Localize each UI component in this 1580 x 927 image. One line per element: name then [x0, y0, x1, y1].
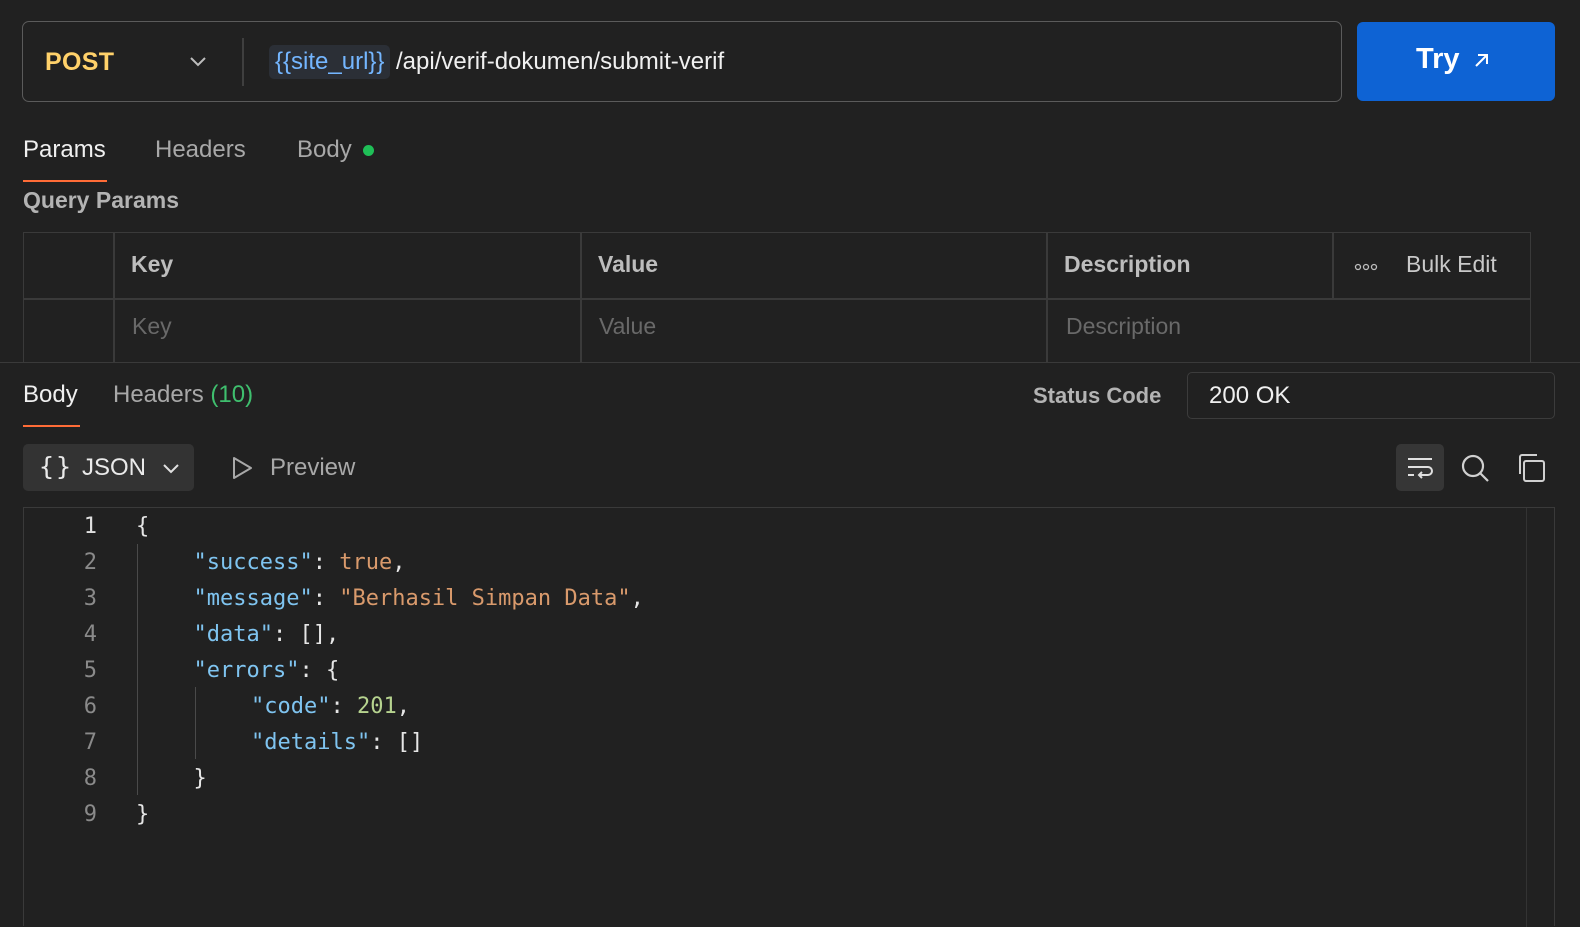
method-select[interactable]: POST — [45, 48, 114, 77]
code-line: 2 "success": true, — [24, 545, 1504, 581]
line-number: 8 — [83, 766, 97, 791]
active-response-tab-underline — [23, 425, 80, 427]
search-icon[interactable] — [1459, 452, 1491, 484]
tab-headers[interactable]: Headers — [155, 136, 246, 164]
key-input[interactable]: Key — [132, 313, 172, 340]
wrap-lines-icon — [1408, 458, 1433, 479]
code-token: "details" — [251, 730, 371, 755]
status-code-label: Status Code — [1033, 383, 1162, 408]
url-input[interactable]: /api/verif-dokumen/submit-verif — [396, 45, 724, 79]
braces-icon: {} — [39, 452, 74, 481]
query-params-title: Query Params — [23, 187, 179, 213]
code-token: "errors" — [193, 658, 300, 683]
line-number: 2 — [83, 550, 97, 575]
code-token: } — [193, 766, 207, 791]
code-token: , — [392, 550, 406, 575]
code-token: : [], — [272, 622, 340, 647]
url-variable[interactable]: {{site_url}} — [269, 45, 391, 79]
bulk-edit-button[interactable]: Bulk Edit — [1406, 251, 1497, 278]
code-token: { — [136, 514, 150, 539]
code-line: 6 "code": 201, — [24, 689, 1504, 725]
response-tab-body[interactable]: Body — [23, 381, 78, 409]
try-button-label: Try — [1416, 43, 1460, 75]
format-select[interactable]: {} JSON — [23, 444, 194, 491]
code-token: , — [630, 586, 644, 611]
code-token: : — [312, 550, 340, 575]
response-body-editor[interactable]: 1{2 "success": true, 3 "message": "Berhasil… — [23, 507, 1555, 927]
code-text: "success": true, — [194, 545, 406, 581]
code-token: "code" — [251, 694, 331, 719]
url-bar: POST {{site_url}} /api/verif-dokumen/sub… — [22, 21, 1342, 102]
more-horizontal-icon[interactable] — [1354, 262, 1378, 272]
code-line: 5 "errors": { — [24, 653, 1504, 689]
response-pane: Body Headers (10) Status Code 200 OK {} … — [0, 362, 1580, 927]
query-params-table: Key Value Description Bulk Edit Key Valu… — [23, 232, 1531, 373]
code-text: } — [194, 761, 207, 797]
description-input[interactable]: Description — [1066, 313, 1181, 340]
chevron-down-icon — [163, 464, 179, 474]
line-number: 1 — [83, 514, 97, 539]
code-token: true — [339, 550, 393, 575]
column-header-value: Value — [598, 251, 659, 277]
code-text: "code": 201, — [251, 689, 410, 725]
line-number: 4 — [83, 622, 97, 647]
table-header-divider — [24, 298, 1530, 300]
table-divider — [1332, 233, 1334, 298]
copy-icon[interactable] — [1515, 452, 1547, 484]
response-tab-headers[interactable]: Headers (10) — [113, 381, 253, 409]
arrow-up-right-icon — [1475, 54, 1488, 67]
code-token: : [] — [370, 730, 424, 755]
status-code-box: 200 OK — [1187, 372, 1555, 419]
table-divider — [580, 233, 582, 373]
try-button[interactable]: Try — [1357, 22, 1555, 101]
column-header-description: Description — [1064, 251, 1191, 277]
code-text: "details": [] — [251, 725, 423, 761]
code-text: } — [136, 797, 149, 833]
table-divider — [113, 233, 115, 373]
status-code-value: 200 OK — [1209, 382, 1291, 409]
code-line: 8} — [24, 761, 1504, 797]
code-line: 9} — [24, 797, 1504, 833]
code-token: : — [330, 694, 357, 719]
code-token: "success" — [193, 550, 313, 575]
code-token: "data" — [193, 622, 273, 647]
code-token: "Berhasil Simpan Data" — [339, 586, 631, 611]
code-text: "data": [], — [194, 617, 340, 653]
line-number: 6 — [83, 694, 97, 719]
code-line: 1{ — [24, 509, 1504, 545]
column-header-key: Key — [131, 251, 174, 277]
table-divider — [1046, 233, 1048, 373]
code-token: "message" — [193, 586, 313, 611]
code-token: } — [136, 802, 150, 827]
code-token: : — [312, 586, 340, 611]
line-number: 9 — [83, 802, 97, 827]
code-text: "message": "Berhasil Simpan Data", — [194, 581, 644, 617]
code-text: "errors": { — [194, 653, 340, 689]
code-line: 3 "message": "Berhasil Simpan Data", — [24, 581, 1504, 617]
value-input[interactable]: Value — [599, 313, 656, 340]
code-line: 4 "data": [], — [24, 617, 1504, 653]
headers-count: (10) — [210, 381, 254, 408]
line-number: 7 — [83, 730, 97, 755]
chevron-down-icon[interactable] — [187, 50, 209, 72]
tab-params[interactable]: Params — [23, 136, 106, 164]
body-indicator-dot — [363, 145, 374, 156]
code-token: : { — [299, 658, 340, 683]
tab-body[interactable]: Body — [297, 136, 352, 164]
code-text: { — [136, 509, 149, 545]
code-token: , — [396, 694, 410, 719]
wrap-lines-button[interactable] — [1396, 444, 1444, 491]
code-line: 7 "details": [] — [24, 725, 1504, 761]
play-icon — [233, 457, 252, 479]
editor-scrollbar-track[interactable] — [1525, 508, 1527, 927]
line-number: 3 — [83, 586, 97, 611]
response-tab-headers-label: Headers — [113, 381, 204, 408]
code-token: 201 — [356, 694, 397, 719]
format-label: JSON — [82, 454, 147, 481]
url-divider — [242, 38, 244, 86]
active-tab-underline — [23, 180, 107, 182]
preview-label: Preview — [270, 454, 356, 481]
line-number: 5 — [83, 658, 97, 683]
